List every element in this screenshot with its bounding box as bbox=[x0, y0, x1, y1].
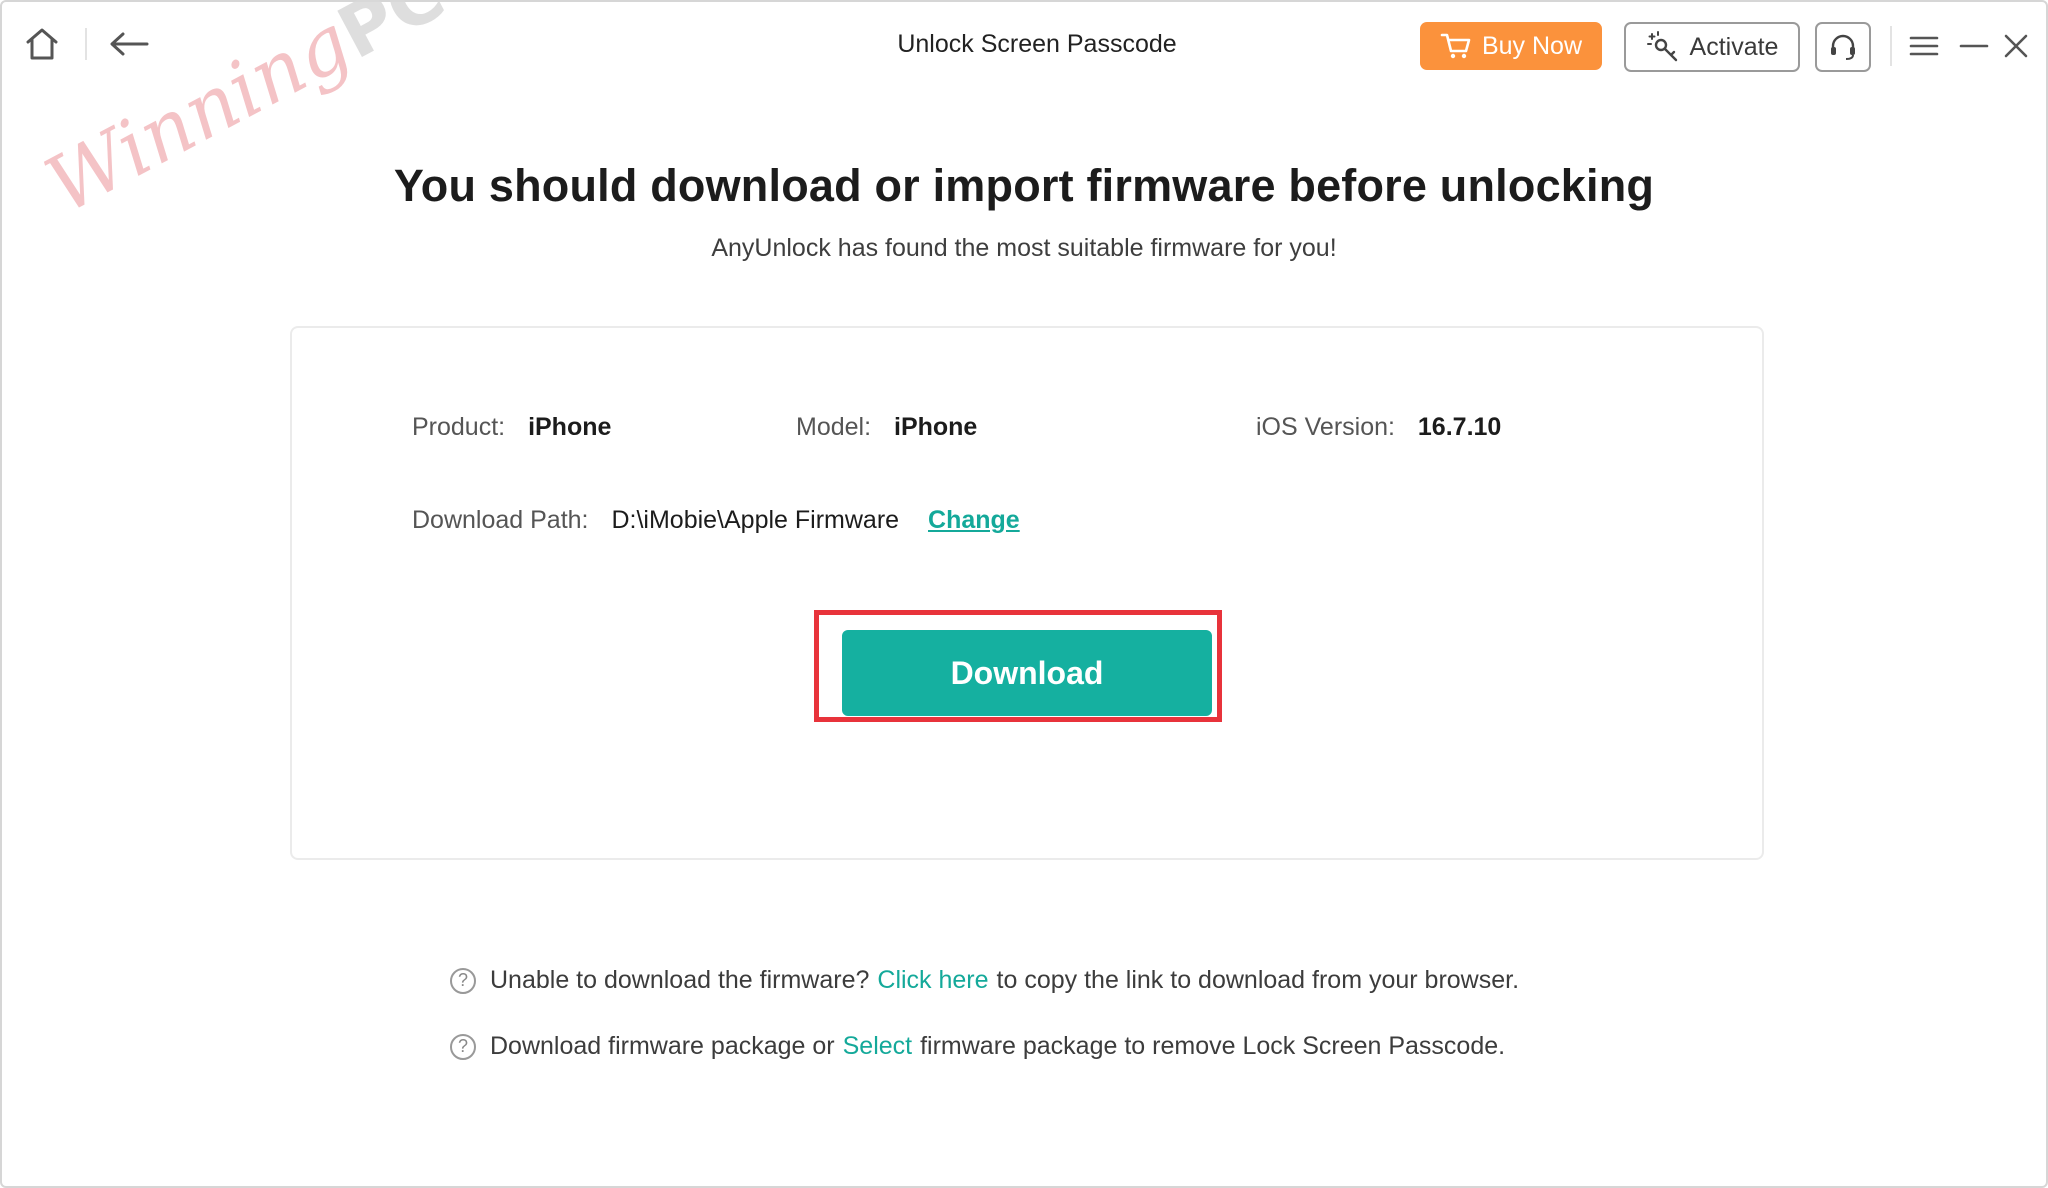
firmware-card: Product: iPhone Model: iPhone iOS Versio… bbox=[290, 326, 1764, 860]
menu-icon bbox=[1909, 36, 1939, 56]
minimize-icon bbox=[1959, 44, 1989, 48]
page-subheading: AnyUnlock has found the most suitable fi… bbox=[711, 234, 1337, 262]
menu-button[interactable] bbox=[1902, 24, 1946, 68]
help-line2-suffix: firmware package to remove Lock Screen P… bbox=[920, 1032, 1506, 1060]
close-button[interactable] bbox=[1994, 24, 2038, 68]
help-line-copy-link: ? Unable to download the firmware? Click… bbox=[450, 966, 1519, 995]
change-path-link[interactable]: Change bbox=[928, 506, 1020, 534]
help-line1-suffix: to copy the link to download from your b… bbox=[996, 966, 1520, 994]
support-button[interactable] bbox=[1815, 22, 1871, 72]
close-icon bbox=[2004, 34, 2028, 58]
help-line-select-package: ? Download firmware package or Select fi… bbox=[450, 1032, 1505, 1061]
help-line1-prefix: Unable to download the firmware? bbox=[490, 966, 870, 994]
download-button[interactable]: Download bbox=[842, 630, 1212, 716]
ios-version-info: iOS Version: 16.7.10 bbox=[1256, 413, 1501, 442]
product-info: Product: iPhone bbox=[412, 413, 611, 442]
ios-version-label: iOS Version: bbox=[1256, 413, 1395, 441]
download-path-row: Download Path: D:\iMobie\Apple Firmware … bbox=[412, 506, 1020, 535]
cart-icon bbox=[1440, 33, 1471, 59]
product-value: iPhone bbox=[528, 413, 612, 441]
home-icon bbox=[26, 28, 58, 60]
key-sparkle-icon bbox=[1646, 31, 1677, 62]
product-label: Product: bbox=[412, 413, 506, 441]
buy-now-label: Buy Now bbox=[1481, 31, 1583, 60]
activate-label: Activate bbox=[1689, 32, 1779, 61]
help-line2-prefix: Download firmware package or bbox=[490, 1032, 835, 1060]
buy-now-button[interactable]: Buy Now bbox=[1420, 22, 1602, 70]
ios-version-value: 16.7.10 bbox=[1417, 413, 1502, 441]
model-info: Model: iPhone bbox=[796, 413, 977, 442]
titlebar-divider-right bbox=[1890, 26, 1892, 66]
activate-button[interactable]: Activate bbox=[1624, 22, 1800, 72]
app-window: Unlock Screen Passcode Buy Now Activate bbox=[0, 0, 2048, 1188]
click-here-link[interactable]: Click here bbox=[877, 966, 988, 995]
back-button[interactable] bbox=[102, 20, 156, 68]
download-path-label: Download Path: bbox=[412, 506, 589, 534]
minimize-button[interactable] bbox=[1952, 24, 1996, 68]
headset-icon bbox=[1831, 34, 1855, 60]
download-path-value: D:\iMobie\Apple Firmware bbox=[611, 506, 900, 534]
page-heading: You should download or import firmware b… bbox=[393, 160, 1655, 211]
model-value: iPhone bbox=[894, 413, 978, 441]
home-button[interactable] bbox=[18, 20, 66, 68]
model-label: Model: bbox=[796, 413, 872, 441]
question-circle-icon: ? bbox=[450, 1033, 476, 1060]
window-title: Unlock Screen Passcode bbox=[897, 30, 1177, 58]
back-arrow-icon bbox=[110, 32, 149, 56]
titlebar-divider bbox=[85, 28, 87, 60]
select-package-link[interactable]: Select bbox=[843, 1032, 912, 1061]
question-circle-icon: ? bbox=[450, 967, 476, 994]
